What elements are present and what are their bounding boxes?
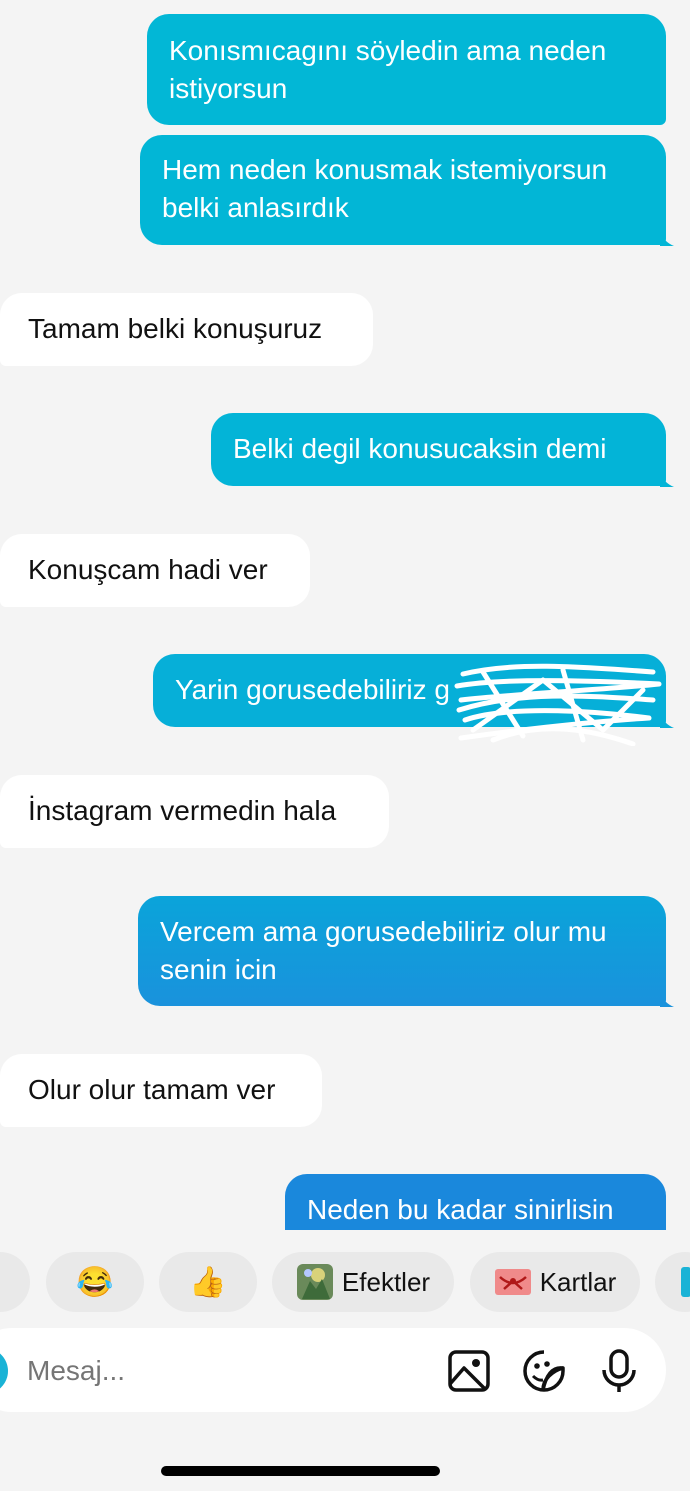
message-text-line: Vercem ama gorusedebiliriz olur mu [160,916,607,947]
message-input[interactable] [25,1346,409,1396]
redaction-scribble [454,663,662,746]
cards-button[interactable]: Kartlar [470,1252,640,1312]
thumbs-up-reaction-button[interactable]: 👍 [159,1252,257,1312]
gift-card-icon [494,1269,531,1295]
bubble-tail [660,993,674,1007]
message-text-line: Belki degil konusucaksin demi [233,433,607,464]
outgoing-message[interactable]: Yarin gorusedebiliriz g [153,654,674,746]
camera-button[interactable] [0,1348,8,1394]
outgoing-message[interactable]: Belki degil konusucaksin demi [211,413,674,487]
message-text-line: Neden bu kadar sinirlisin [307,1194,614,1225]
effects-icon [296,1264,333,1300]
message-text-line: Konısmıcagını söyledin ama neden [169,35,607,66]
sticker-icon[interactable] [521,1348,567,1394]
message-text-line: Tamam belki konuşuruz [28,313,323,344]
message-text-line: İnstagram vermedin hala [28,795,337,826]
message-text-line: belki anlasırdık [162,192,349,223]
outgoing-message[interactable]: Konısmıcagını söyledin ama neden istiyor… [147,14,666,125]
more-chip[interactable] [655,1252,690,1312]
message-composer [0,1328,666,1412]
laugh-reaction-button[interactable]: 😂 [46,1252,144,1312]
thumbs-up-emoji-icon: 👍 [189,1265,227,1299]
outgoing-message[interactable]: Neden bu kadar sinirlisin [285,1174,666,1230]
incoming-message[interactable]: İnstagram vermedin hala [0,775,389,848]
microphone-icon[interactable] [596,1348,642,1394]
incoming-message[interactable]: Tamam belki konuşuruz [0,293,373,366]
message-text-line: Olur olur tamam ver [28,1074,276,1105]
outgoing-message[interactable]: Vercem ama gorusedebiliriz olur mu senin… [138,896,674,1007]
more-chip-icon [681,1267,690,1297]
laughing-emoji-icon: 😂 [76,1265,114,1299]
message-text-line: istiyorsun [169,73,288,104]
bubble-tail [660,473,674,487]
message-text-line: Konuşcam hadi ver [28,554,268,585]
bubble-tail [660,232,674,246]
effects-button[interactable]: Efektler [272,1252,454,1312]
message-text-line: senin icin [160,954,277,985]
effects-label: Efektler [341,1266,431,1297]
quick-actions-bar: 😂 👍 Efektler Kartlar [0,1252,690,1314]
message-text-line: Hem neden konusmak istemiyorsun [162,154,608,185]
cards-label: Kartlar [539,1266,617,1297]
partial-chip[interactable] [0,1252,30,1312]
incoming-message[interactable]: Olur olur tamam ver [0,1054,322,1127]
home-indicator [161,1466,440,1476]
gallery-icon[interactable] [446,1348,492,1394]
outgoing-message[interactable]: Hem neden konusmak istemiyorsun belki an… [140,135,674,246]
incoming-message[interactable]: Konuşcam hadi ver [0,534,310,607]
